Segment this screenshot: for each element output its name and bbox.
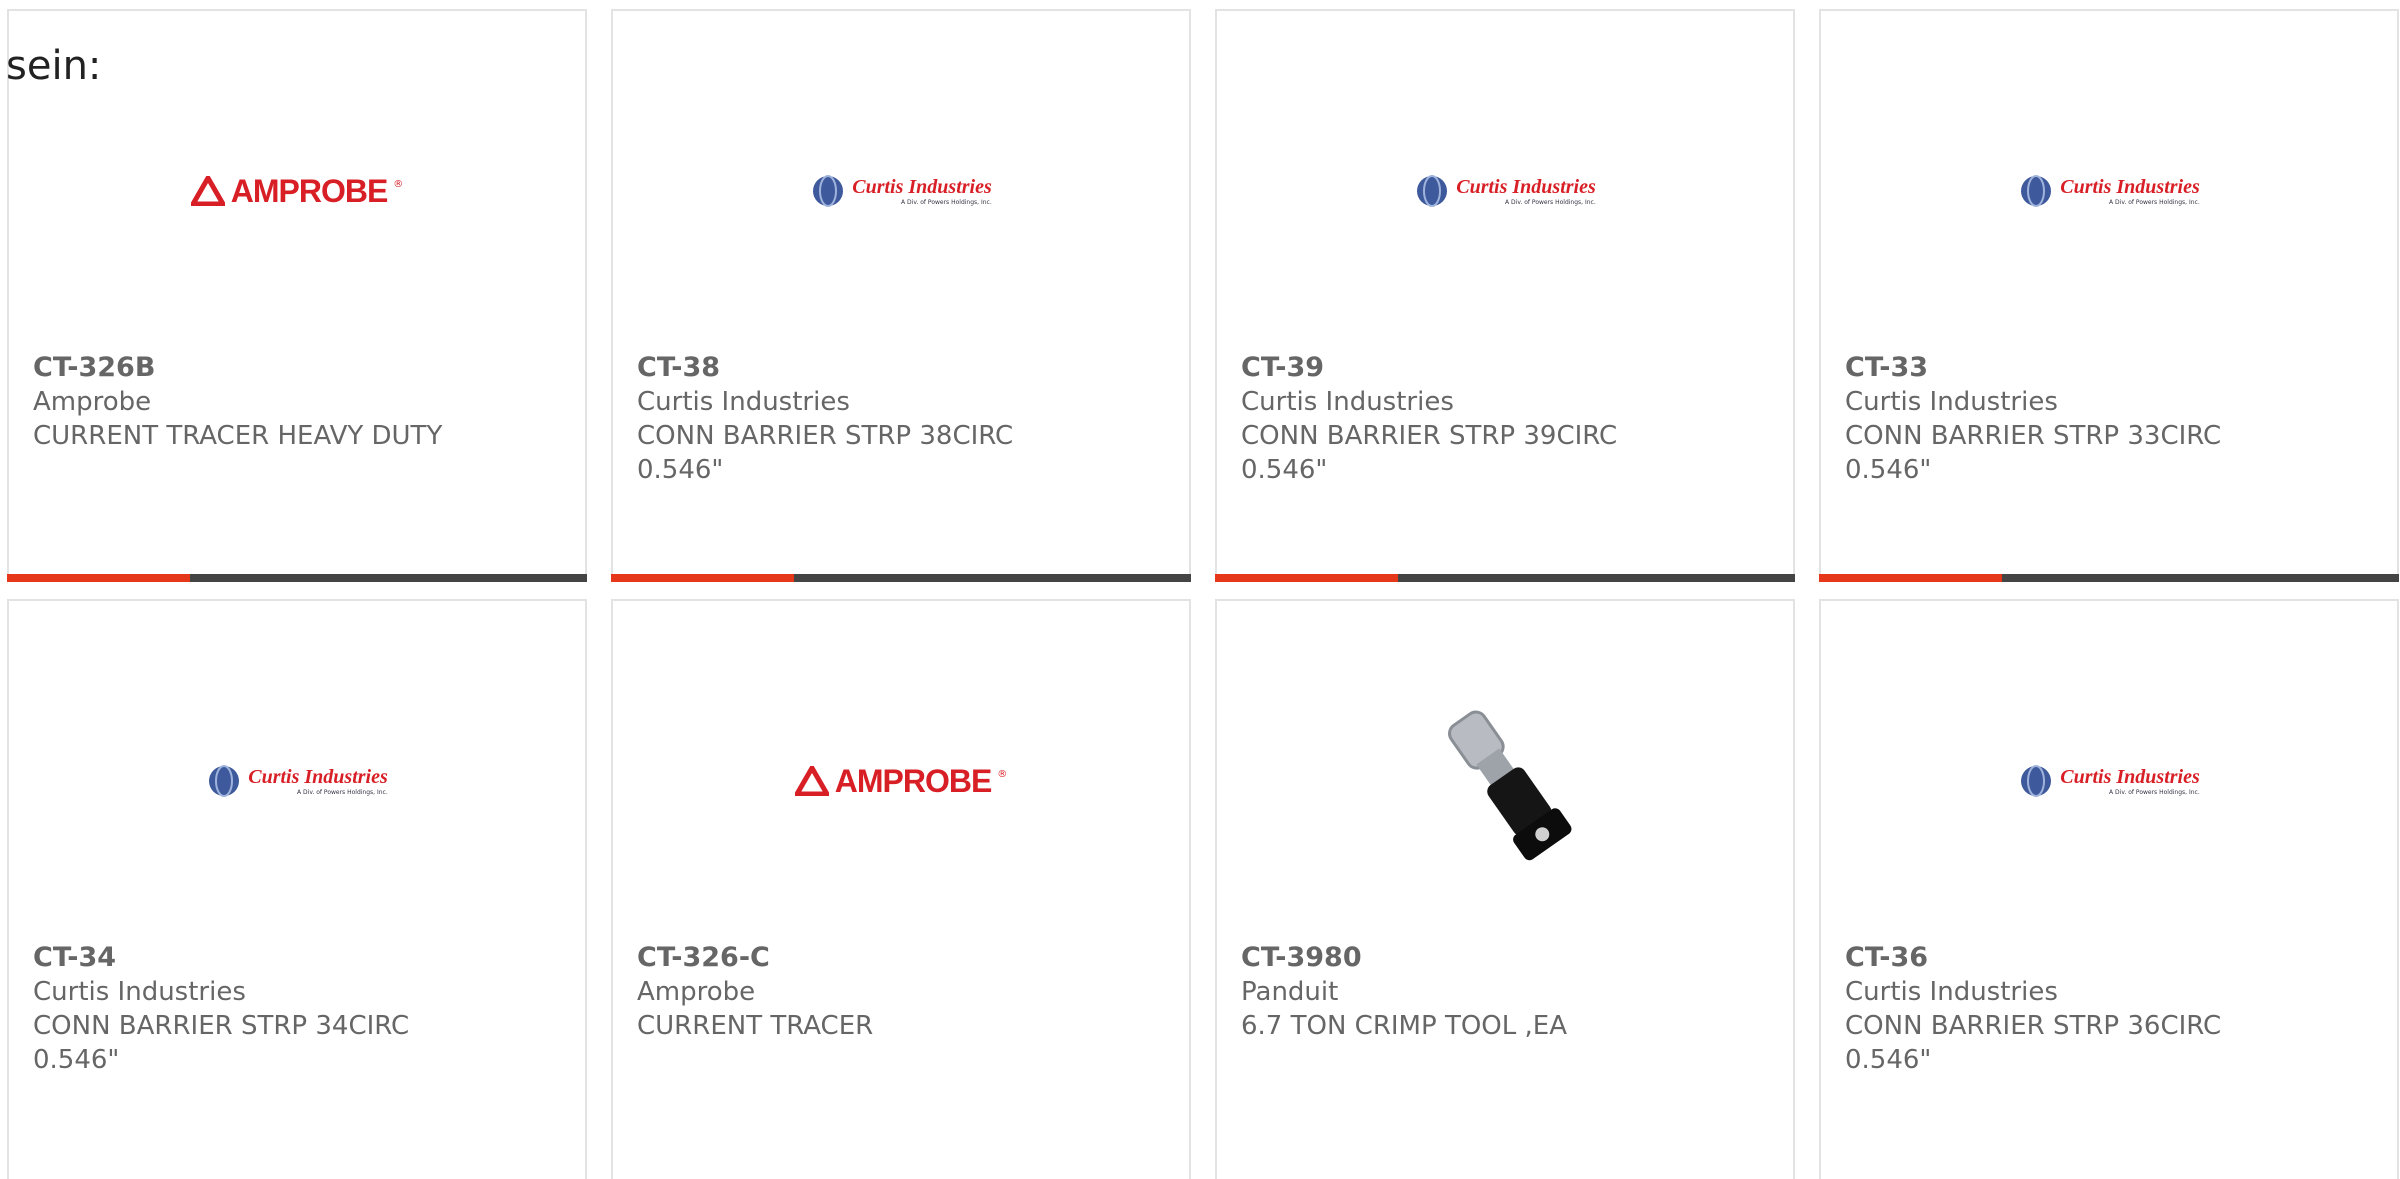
product-description: CONN BARRIER STRP 36CIRC [1845,1011,2222,1041]
brand-name: Curtis Industries [1241,387,1454,417]
curtis-globe-icon [2021,765,2052,797]
card-accent-bar [7,574,587,582]
product-description: CONN BARRIER STRP 38CIRC [637,421,1014,451]
product-description: CONN BARRIER STRP 33CIRC [1845,421,2222,451]
curtis-globe-icon [813,175,844,207]
product-card[interactable]: AMPROBE ® CT-326B Amprobe CURRENT TRACER … [7,9,587,582]
product-image[interactable]: Curtis Industries A Div. of Powers Holdin… [9,731,585,831]
part-number[interactable]: CT-3980 [1241,941,1773,975]
product-image[interactable]: Curtis Industries A Div. of Powers Holdin… [1217,141,1793,241]
part-number[interactable]: CT-326B [33,351,565,385]
brand-name: Curtis Industries [1845,977,2058,1007]
part-number[interactable]: CT-34 [33,941,565,975]
curtis-globe-icon [209,765,240,797]
curtis-logo: Curtis Industries A Div. of Powers Holdin… [206,763,388,799]
product-image[interactable] [1217,696,1793,866]
amprobe-triangle-icon [794,766,829,796]
part-number[interactable]: CT-38 [637,351,1169,385]
part-number[interactable]: CT-33 [1845,351,2377,385]
card-accent-bar [611,574,1191,582]
product-card[interactable]: CT-3980 Panduit 6.7 TON CRIMP TOOL ,EA [1215,599,1795,1179]
product-card[interactable]: Curtis Industries A Div. of Powers Holdin… [7,599,587,1179]
brand-name: Amprobe [637,977,756,1007]
product-description: CURRENT TRACER HEAVY DUTY [33,421,443,451]
curtis-logo: Curtis Industries A Div. of Powers Holdin… [810,173,992,209]
amprobe-triangle-icon [190,176,225,206]
brand-name: Panduit [1241,977,1339,1007]
product-extra: 0.546" [1845,455,1932,485]
product-description: CURRENT TRACER [637,1011,874,1041]
curtis-logo: Curtis Industries A Div. of Powers Holdin… [1414,173,1596,209]
product-card[interactable]: Curtis Industries A Div. of Powers Holdin… [1819,9,2399,582]
amprobe-logo: AMPROBE ® [190,173,403,210]
product-image[interactable]: Curtis Industries A Div. of Powers Holdin… [613,141,1189,241]
product-description: CONN BARRIER STRP 39CIRC [1241,421,1618,451]
brand-name: Curtis Industries [637,387,850,417]
card-accent-bar [1215,574,1795,582]
product-extra: 0.546" [637,455,724,485]
crimp-tool-photo [1448,710,1572,861]
part-number[interactable]: CT-36 [1845,941,2377,975]
curtis-logo: Curtis Industries A Div. of Powers Holdin… [2018,763,2200,799]
product-image[interactable]: Curtis Industries A Div. of Powers Holdin… [1821,141,2397,241]
product-description: 6.7 TON CRIMP TOOL ,EA [1241,1011,1567,1041]
product-card[interactable]: Curtis Industries A Div. of Powers Holdin… [1215,9,1795,582]
brand-name: Amprobe [33,387,152,417]
product-card[interactable]: AMPROBE ® CT-326-C Amprobe CURRENT TRACER [611,599,1191,1179]
brand-name: Curtis Industries [1845,387,2058,417]
product-extra: 0.546" [33,1045,120,1075]
intro-text: sein: [6,43,102,89]
card-accent-bar [1819,574,2399,582]
product-card[interactable]: Curtis Industries A Div. of Powers Holdin… [1819,599,2399,1179]
product-image[interactable]: AMPROBE ® [613,731,1189,831]
product-extra: 0.546" [1845,1045,1932,1075]
curtis-logo: Curtis Industries A Div. of Powers Holdin… [2018,173,2200,209]
product-image[interactable]: Curtis Industries A Div. of Powers Holdin… [1821,731,2397,831]
amprobe-logo: AMPROBE ® [794,763,1007,800]
curtis-globe-icon [2021,175,2052,207]
part-number[interactable]: CT-39 [1241,351,1773,385]
brand-name: Curtis Industries [33,977,246,1007]
product-image[interactable]: AMPROBE ® [9,141,585,241]
product-extra: 0.546" [1241,455,1328,485]
product-card[interactable]: Curtis Industries A Div. of Powers Holdin… [611,9,1191,582]
part-number[interactable]: CT-326-C [637,941,1169,975]
product-description: CONN BARRIER STRP 34CIRC [33,1011,410,1041]
curtis-globe-icon [1417,175,1448,207]
